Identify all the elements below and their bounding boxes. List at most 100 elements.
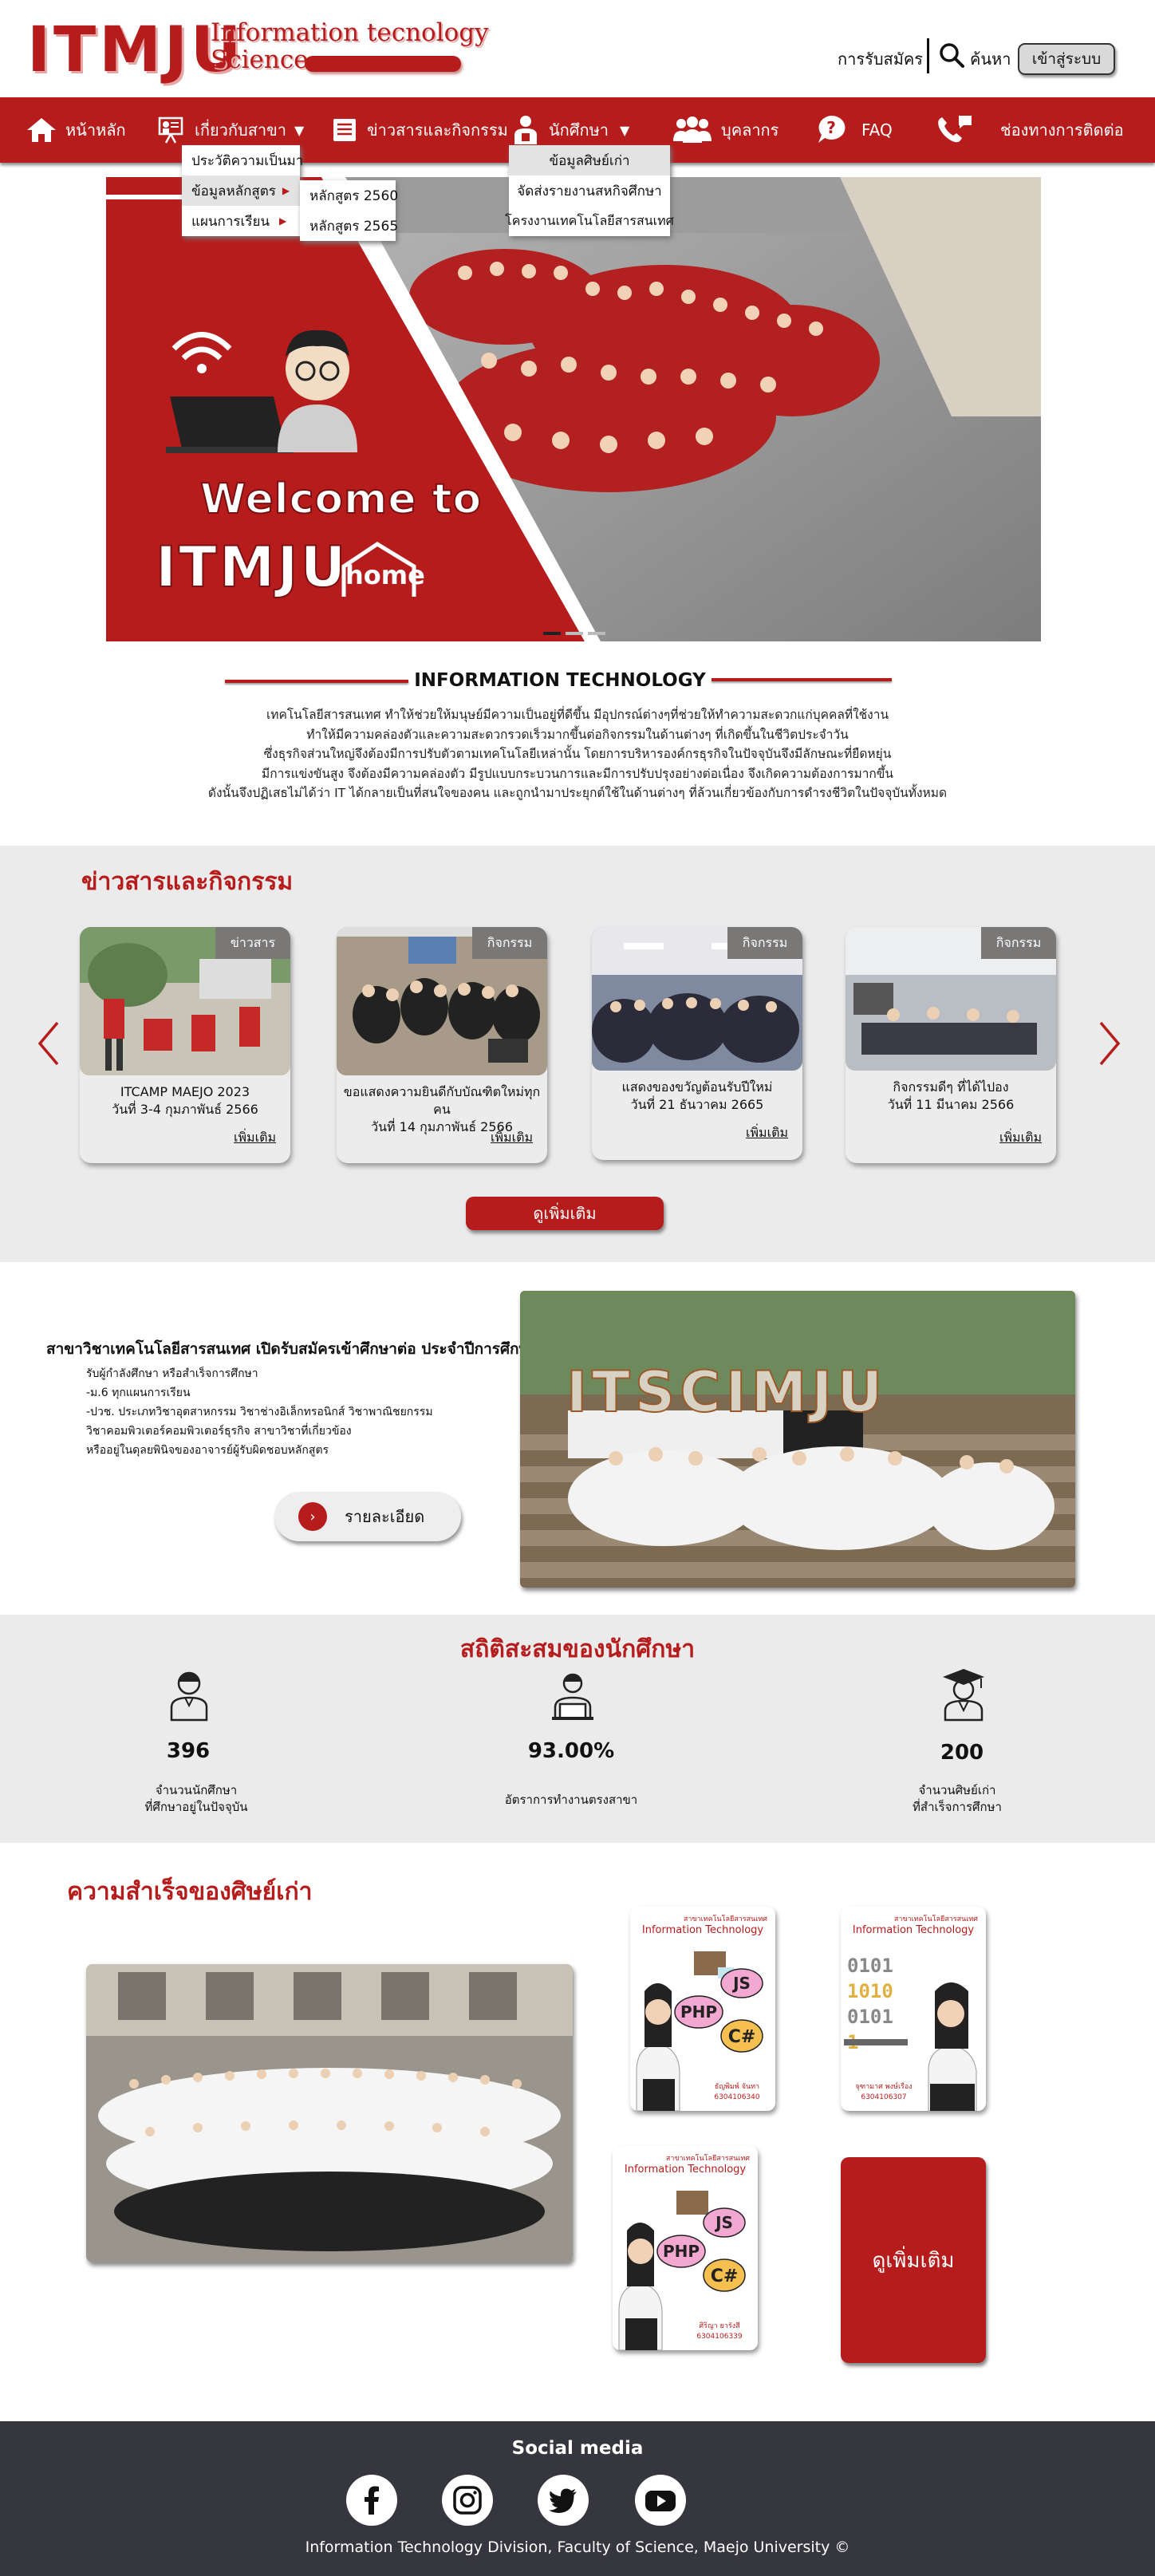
chevron-left-icon[interactable] (37, 1020, 61, 1071)
hero-brand-text: ITMJU (155, 534, 349, 601)
alumni-group-photo (86, 1964, 573, 2262)
svg-text:C#: C# (711, 2266, 739, 2286)
nav-about[interactable]: เกี่ยวกับสาขา ▼ (155, 113, 304, 147)
svg-text:0101: 0101 (847, 1955, 893, 1977)
stat-employment-value: 93.00% (527, 1739, 615, 1763)
title-rule-right (712, 678, 892, 681)
menu-item-project[interactable]: โครงงานเทคโนโลยีสารสนเทศ (505, 206, 674, 236)
detail-button[interactable]: › รายละเอียด (274, 1492, 461, 1541)
alumni-more-button[interactable]: ดูเพิ่มเติม (841, 2157, 986, 2363)
info-title: INFORMATION TECHNOLOGY (414, 670, 706, 691)
nav-staff[interactable]: บุคลากร (672, 113, 779, 147)
youtube-icon[interactable] (635, 2475, 686, 2526)
search-icon[interactable] (938, 41, 965, 72)
logo-underline (305, 56, 461, 72)
twitter-icon[interactable] (538, 2475, 589, 2526)
news-title: แสดงของขวัญต้อนรับปีใหม่ วันที่ 21 ธันวาค… (621, 1079, 773, 1112)
admission-title: สาขาวิชาเทคโนโลยีสารสนเทศ เปิดรับสมัครเข… (46, 1340, 585, 1358)
caret-down-icon: ▼ (620, 122, 630, 138)
menu-item-study-plan[interactable]: แผนการเรียน ▶ (182, 206, 300, 236)
carousel-dot[interactable] (566, 632, 583, 635)
menu-item-alumni[interactable]: ข้อมูลศิษย์เก่า (509, 145, 670, 176)
alumni-card[interactable]: สาขาเทคโนโลยีสารสนเทศ Information Techno… (613, 2146, 758, 2350)
nav-contact-label: ช่องทางการติดต่อ (1000, 120, 1124, 140)
nav-faq[interactable]: ? FAQ (815, 113, 893, 147)
detail-button-label: รายละเอียด (345, 1507, 425, 1526)
facebook-icon[interactable] (346, 2475, 397, 2526)
news-tag: กิจกรรม (981, 927, 1056, 959)
nav-contact[interactable]: ช่องทางการติดต่อ (935, 113, 1124, 147)
nav-staff-label: บุคลากร (721, 120, 779, 140)
register-link[interactable]: การรับสมัคร (838, 46, 923, 72)
svg-text:PHP: PHP (680, 2002, 717, 2022)
news-title: ITCAMP MAEJO 2023 วันที่ 3-4 กุมภาพันธ์ 2… (112, 1084, 258, 1117)
news-more-link[interactable]: เพิ่มเติม (999, 1128, 1042, 1148)
hero-welcome-text: Welcome to (199, 475, 483, 524)
student-icon (169, 1669, 209, 1725)
news-card[interactable]: กิจกรรม ขอแสดงความยินดีกับบัณฑิตใหม่ทุกค… (337, 927, 547, 1163)
alumni-card-dept: สาขาเทคโนโลยีสารสนเทศ (683, 1915, 767, 1923)
students-dropdown: ข้อมูลศิษย์เก่า จัดส่งรายงานสหกิจศึกษา โ… (505, 145, 674, 236)
svg-text:C#: C# (728, 2027, 756, 2047)
itscimju-sign: ITSCIMJU (566, 1359, 888, 1426)
news-tag: กิจกรรม (472, 927, 547, 959)
news-tag: กิจกรรม (727, 927, 802, 959)
menu-item-coop[interactable]: จัดส่งรายงานสหกิจศึกษา (509, 176, 670, 206)
stat-alumni-label: จำนวนศิษย์เก่า ที่สำเร็จการศึกษา (913, 1783, 1002, 1814)
alumni-card[interactable]: สาขาเทคโนโลยีสารสนเทศ Information Techno… (630, 1907, 775, 2111)
news-more-link[interactable]: เพิ่มเติม (746, 1123, 788, 1143)
search-link[interactable]: ค้นหา (970, 46, 1011, 72)
nav-home-label: หน้าหลัก (65, 120, 126, 140)
svg-text:?: ? (826, 118, 836, 137)
news-card[interactable]: ข่าวสาร ITCAMP MAEJO 2023 วันที่ 3-4 กุมภ… (80, 927, 290, 1163)
news-more-button[interactable]: ดูเพิ่มเติม (466, 1197, 664, 1230)
nav-news-label: ข่าวสารและกิจกรรม (367, 120, 508, 140)
carousel-dot-active[interactable] (543, 632, 561, 635)
menu-item-history[interactable]: ประวัติความเป็นมา (182, 145, 303, 176)
news-title: กิจกรรมดีๆ ที่ได้ไปอง วันที่ 11 มีนาคม 25… (887, 1079, 1015, 1112)
alumni-card-dept: สาขาเทคโนโลยีสารสนเทศ (893, 1915, 978, 1923)
faq-icon: ? (818, 115, 846, 143)
svg-text:JS: JS (731, 1974, 751, 1993)
news-card[interactable]: กิจกรรม กิจกรรมดีๆ ที่ได้ไปอง วันที่ 11 ม… (846, 927, 1056, 1163)
graduate-icon (941, 1667, 986, 1725)
news-tag: ข่าวสาร (215, 927, 290, 959)
menu-item-curriculum[interactable]: ข้อมูลหลักสูตร ▶ (182, 176, 300, 206)
social-title: Social media (511, 2438, 644, 2459)
nav-students[interactable]: นักศึกษา ▼ (510, 113, 629, 147)
nav-faq-label: FAQ (861, 120, 893, 140)
alumni-card[interactable]: สาขาเทคโนโลยีสารสนเทศ Information Techno… (841, 1907, 986, 2111)
news-more-link[interactable]: เพิ่มเติม (234, 1128, 276, 1148)
stat-students-value: 396 (166, 1739, 211, 1763)
news-heading: ข่าวสารและกิจกรรม (81, 868, 294, 896)
site-header: ITMJU Information tecnology Science การร… (0, 0, 1155, 97)
group-icon (673, 116, 712, 143)
stat-alumni-value: 200 (940, 1741, 984, 1765)
carousel-dot[interactable] (588, 632, 605, 635)
svg-text:PHP: PHP (663, 2242, 700, 2261)
news-more-link[interactable]: เพิ่มเติม (491, 1128, 533, 1148)
news-card[interactable]: กิจกรรม แสดงของขวัญต้อนรับปีใหม่ วันที่ 2… (592, 927, 802, 1160)
login-button[interactable]: เข้าสู่ระบบ (1018, 43, 1115, 75)
svg-text:1010: 1010 (847, 1980, 893, 2002)
alumni-card-title: Information Technology (624, 2164, 747, 2176)
chevron-right-icon[interactable] (1098, 1020, 1121, 1071)
alumni-heading: ความสำเร็จของศิษย์เก่า (67, 1878, 313, 1906)
student-icon (514, 116, 537, 144)
nav-news[interactable]: ข่าวสารและกิจกรรม (330, 113, 508, 147)
instagram-icon[interactable] (442, 2475, 493, 2526)
alumni-card-student: ธัญพิมพ์ จันทา 6304106340 (714, 2083, 760, 2101)
presentation-icon (158, 116, 183, 144)
nav-students-label: นักศึกษา (549, 120, 609, 140)
worker-laptop-icon (550, 1672, 595, 1723)
nav-home[interactable]: หน้าหลัก (26, 113, 126, 147)
home-icon (27, 118, 56, 142)
curriculum-submenu: หลักสูตร 2560 หลักสูตร 2565 (300, 180, 398, 241)
arrow-circle-icon: › (298, 1502, 327, 1531)
info-paragraph: เทคโนโลยีสารสนเทศ ทำให้ช่วยให้มนุษย์มีคว… (207, 708, 948, 800)
menu-item-curr-2565[interactable]: หลักสูตร 2565 (300, 211, 398, 241)
menu-item-curr-2560[interactable]: หลักสูตร 2560 (300, 180, 398, 211)
alumni-card-title: Information Technology (852, 1924, 975, 1936)
about-dropdown: ประวัติความเป็นมา ข้อมูลหลักสูตร ▶ แผนกา… (182, 145, 303, 236)
phone-chat-icon (938, 116, 972, 143)
